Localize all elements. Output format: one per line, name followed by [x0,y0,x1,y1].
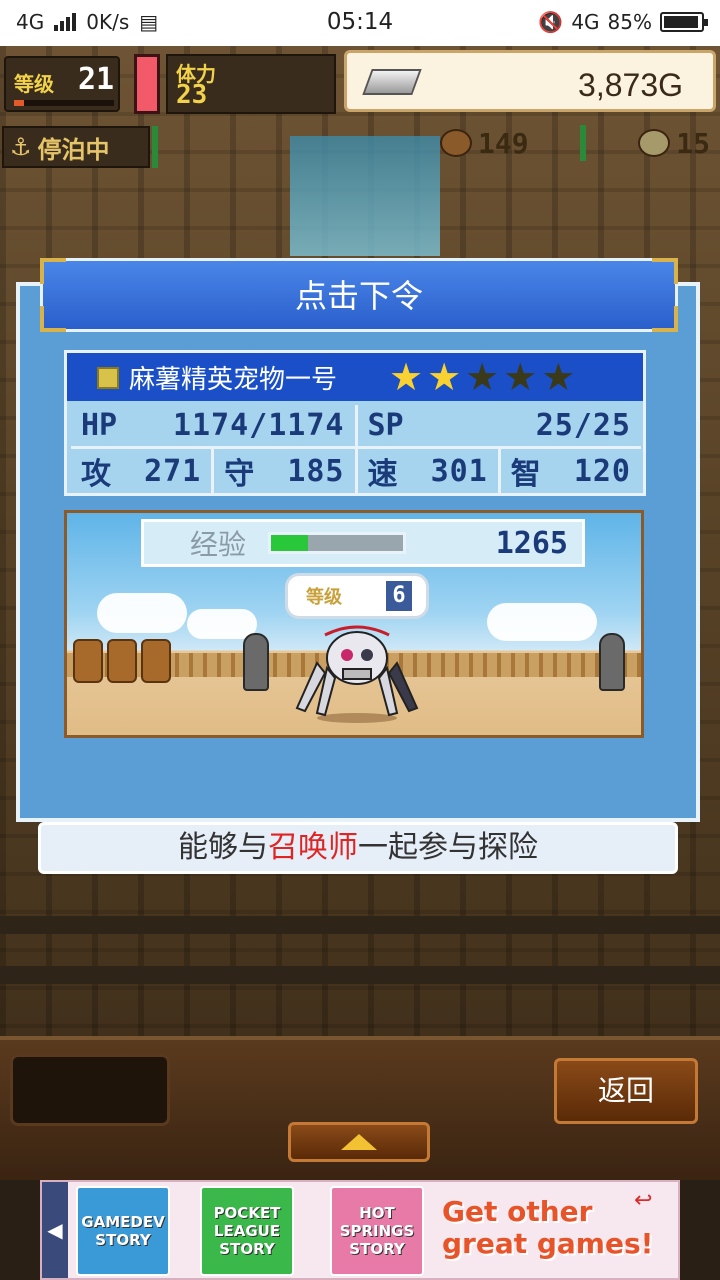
exp-label: 经验 [190,528,247,561]
ad-game-pocket-league[interactable]: POCKET LEAGUE STORY [200,1186,294,1276]
mute-icon: 🔇 [538,10,564,34]
player-level-panel: 等级 21 [4,56,120,112]
stat-hp-label: HP [81,408,118,443]
exp-progress-track [268,532,407,554]
caption-text-before: 能够与 [178,830,268,865]
frame-corner [652,258,678,284]
stat-def-value: 185 [287,453,345,489]
stat-int: 智 120 [501,449,641,493]
stat-int-label: 智 [510,457,541,492]
stat-spd-value: 301 [430,453,488,489]
stat-spd: 速 301 [358,449,501,493]
stat-def-label: 守 [224,457,255,492]
pet-stat-card: 麻薯精英宠物一号 ★ ★ ★ ★ ★ HP 1174/1174 SP 25/25 攻 2… [64,350,646,496]
level-value: 21 [78,62,115,97]
star-empty-icon: ★ [465,355,500,399]
stat-atk-value: 271 [144,453,202,489]
pet-exp-bar: 经验 1265 [141,519,585,567]
exp-progress-fill [271,535,308,551]
meat-icon [440,129,472,157]
star-empty-icon: ★ [503,355,538,399]
pet-level-value: 6 [386,581,412,611]
gold-value: 3,873G [578,67,683,103]
cloud-decoration [97,593,187,633]
pet-level-label: 等级 [306,587,342,608]
anchor-icon: ⚓ [10,133,32,161]
status-bar: 4G 0K/s ▤ 05:14 🔇 4G 85% [0,0,720,46]
star-empty-icon: ★ [541,355,576,399]
chevron-left-icon[interactable]: ◀ [42,1182,68,1278]
back-button[interactable]: 返回 [554,1058,698,1124]
resource-divider [580,125,587,161]
pet-description: 能够与召唤师一起参与探险 [38,822,678,874]
stat-sp: SP 25/25 [357,405,641,449]
pet-type-icon [97,367,119,389]
stat-atk-label: 攻 [81,457,111,492]
resource-panel: 149 15 [434,122,716,164]
star-filled-icon: ★ [427,355,462,399]
pet-name-row: 麻薯精英宠物一号 ★ ★ ★ ★ ★ [67,353,643,401]
barrel-decoration [141,639,171,683]
stat-sp-value: 25/25 [535,408,631,443]
ad-game-gamedev[interactable]: GAMEDEV STORY [76,1186,170,1276]
stat-spd-label: 速 [367,457,398,492]
pet-rarity-stars: ★ ★ ★ ★ ★ [389,357,575,397]
network-type-right: 4G [571,10,600,34]
resource-food: 149 [440,127,529,160]
battery-percent: 85% [607,10,652,34]
barrel-decoration [107,639,137,683]
ship-rail [0,966,720,984]
dock-status-badge: ⚓ 停泊中 [2,126,150,168]
pet-preview[interactable]: 经验 1265 等级 6 [64,510,644,738]
silver-ingot-icon [362,69,422,95]
gold-panel: 3,873G [344,50,716,112]
dock-separator [152,126,158,168]
expand-up-button[interactable] [288,1122,430,1162]
star-filled-icon: ★ [389,355,424,399]
ad-banner[interactable]: ◀ GAMEDEV STORY POCKET LEAGUE STORY HOT … [40,1180,680,1280]
medal-icon [638,129,671,157]
pet-stats: HP 1174/1174 SP 25/25 攻 271 守 185 速 301 [71,405,641,493]
dialog-title[interactable]: 点击下令 [40,258,678,332]
cannon-decoration [599,633,625,691]
ship-rail [0,916,720,934]
stat-atk: 攻 271 [71,449,215,493]
caption-text-after: 一起参与探险 [358,830,538,865]
cloud-decoration [487,603,597,641]
pet-level-bubble: 等级 6 [285,573,429,619]
stat-def: 守 185 [214,449,358,493]
frame-corner [652,306,678,332]
resource-coin-value: 15 [676,126,710,160]
stat-sp-label: SP [367,408,404,443]
battery-icon [660,12,708,32]
pet-name: 麻薯精英宠物一号 [129,364,338,395]
dock-status-label: 停泊中 [37,135,110,164]
ad-game-hot-springs[interactable]: HOT SPRINGS STORY [330,1186,424,1276]
level-label: 等级 [14,72,54,96]
empty-slot [10,1054,170,1126]
frame-corner [40,258,66,284]
waterfall-decoration [290,136,440,256]
stamina-value: 23 [176,80,208,110]
status-right: 🔇 4G 85% [538,10,708,34]
cannon-decoration [243,633,269,691]
barrel-decoration [73,639,103,683]
resource-food-value: 149 [478,126,529,160]
frame-corner [40,306,66,332]
arrow-up-icon [341,1134,377,1150]
stamina-gauge [134,54,160,114]
exp-value: 1265 [495,525,568,561]
redo-arrow-icon: ↩ [634,1188,653,1213]
skull-spider-pet-sprite [295,625,419,723]
caption-highlight: 召唤师 [268,830,358,865]
resource-coin: 15 [638,127,710,160]
level-xp-bar [14,100,114,106]
stamina-panel: 体力 23 [166,54,336,114]
stat-int-value: 120 [573,453,631,489]
stat-hp-value: 1174/1174 [172,408,345,443]
cloud-decoration [187,609,257,639]
stat-hp: HP 1174/1174 [71,405,358,449]
